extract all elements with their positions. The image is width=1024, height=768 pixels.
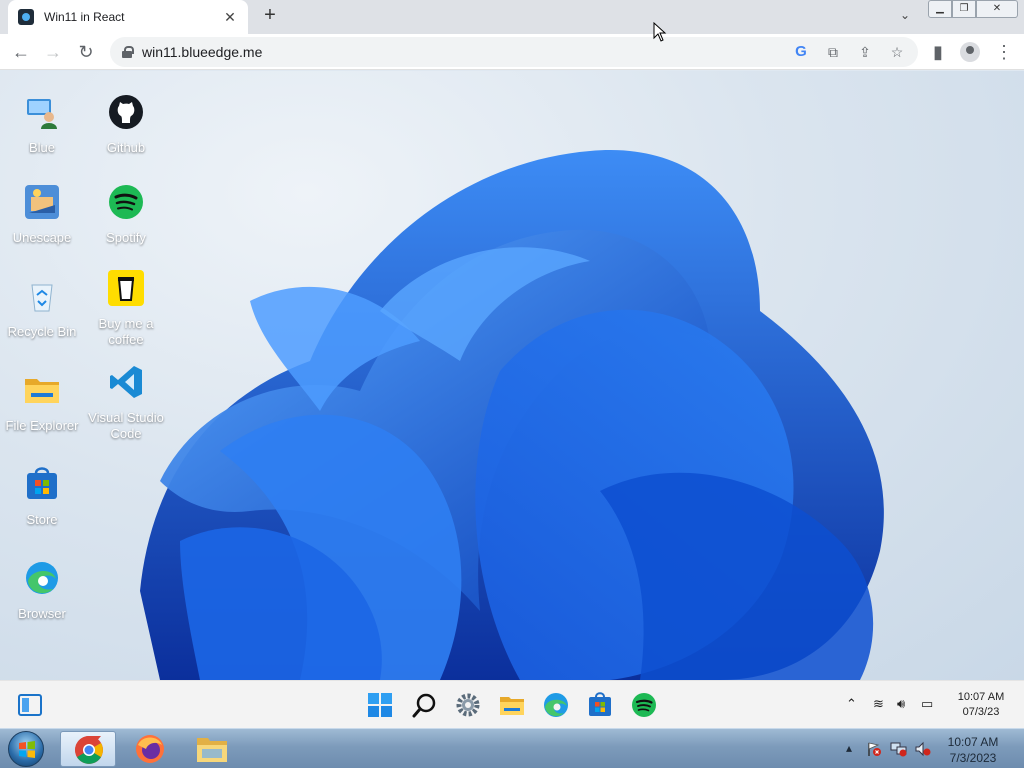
github-icon — [109, 95, 143, 129]
spotify-icon[interactable] — [630, 691, 658, 719]
desktop-icon-label: Unescape — [12, 230, 72, 245]
window-close-button[interactable]: ✕ — [976, 0, 1018, 18]
folder-icon — [197, 738, 227, 762]
tray-chevron-icon[interactable]: ⌃ — [846, 696, 857, 712]
side-panel-icon[interactable]: ▮ — [926, 40, 950, 64]
taskbar-clock[interactable]: 10:07 AM 07/3/23 — [948, 690, 1014, 720]
desktop-icon-label: Spotify — [106, 230, 146, 245]
chrome-icon — [75, 736, 103, 764]
desktop-wallpaper[interactable]: Blue Unescape Recycle Bin File Explorer … — [0, 71, 1024, 680]
host-clock-time: 10:07 AM — [947, 735, 999, 749]
tab-title: Win11 in React — [44, 10, 125, 24]
network-icon[interactable] — [890, 741, 908, 757]
browser-tab-strip: Win11 in React ✕ + ⌄ ▁ ❐ ✕ — [0, 0, 1024, 34]
edge-browser-icon — [26, 562, 58, 594]
windows-start-orb-icon[interactable] — [8, 731, 44, 767]
chrome-task-button[interactable] — [60, 731, 116, 767]
share-icon[interactable]: ⇪ — [856, 43, 874, 61]
forward-button[interactable]: → — [41, 40, 65, 64]
desktop-icon-github[interactable]: Github — [84, 93, 168, 156]
desktop-icon-unescape[interactable]: Unescape — [0, 183, 84, 246]
firefox-icon — [136, 735, 164, 763]
battery-icon[interactable]: ▭ — [921, 696, 933, 712]
host-clock-date: 7/3/2023 — [949, 751, 997, 765]
unescape-icon — [25, 185, 59, 219]
clock-date: 07/3/23 — [962, 706, 1000, 718]
new-tab-button[interactable]: + — [258, 4, 282, 28]
desktop-icon-label: Buy me a coffee — [98, 316, 154, 347]
start-icon[interactable] — [366, 691, 394, 719]
browser-menu-icon[interactable]: ⋮ — [992, 40, 1016, 64]
desktop-icon-label: Github — [106, 140, 146, 155]
sound-icon[interactable]: 🔊︎ — [897, 696, 905, 712]
desktop-icon-label: Recycle Bin — [7, 324, 77, 339]
back-button[interactable]: ← — [9, 40, 33, 64]
lock-icon[interactable] — [122, 46, 134, 58]
window-maximize-button[interactable]: ❐ — [952, 0, 976, 18]
desktop-icon-label: Browser — [18, 606, 66, 621]
react-favicon-icon — [18, 9, 34, 25]
search-icon[interactable] — [411, 691, 439, 719]
desktop-icon-blue[interactable]: Blue — [0, 93, 84, 156]
desktop-icon-spotify[interactable]: Spotify — [84, 183, 168, 246]
open-in-app-icon[interactable]: ⧉ — [824, 43, 842, 61]
file-explorer-icon[interactable] — [498, 691, 526, 719]
clock-time: 10:07 AM — [957, 691, 1005, 703]
google-lens-icon[interactable]: G — [792, 43, 810, 61]
desktop-icon-visual-studio-code[interactable]: Visual Studio Code — [84, 363, 168, 442]
desktop-icon-label: Store — [26, 512, 58, 527]
desktop-icon-file-explorer[interactable]: File Explorer — [0, 371, 84, 434]
url-text[interactable]: win11.blueedge.me — [142, 44, 262, 60]
vscode-icon — [110, 366, 142, 398]
firefox-task-button[interactable] — [122, 731, 178, 767]
desktop-icon-recycle-bin[interactable]: Recycle Bin — [0, 277, 84, 340]
desktop-icon-browser[interactable]: Browser — [0, 559, 84, 622]
action-center-flag-icon[interactable] — [866, 741, 882, 757]
reload-button[interactable]: ↻ — [74, 40, 98, 64]
folder-icon — [25, 379, 59, 403]
host-taskbar: ▴ 10:07 AM 7/3/2023 — [0, 728, 1024, 768]
desktop-icon-label: Blue — [28, 140, 56, 155]
store-icon[interactable] — [586, 691, 614, 719]
profile-avatar-icon[interactable] — [958, 40, 982, 64]
win11-taskbar: ⌃ ≋ 🔊︎ ▭ 10:07 AM 07/3/23 — [0, 680, 1024, 728]
tab-close-icon[interactable]: ✕ — [222, 9, 238, 26]
settings-gear-icon[interactable] — [454, 691, 482, 719]
edge-icon[interactable] — [542, 691, 570, 719]
spotify-icon — [109, 185, 143, 219]
tab-search-icon[interactable]: ⌄ — [896, 8, 914, 26]
recycle-bin-icon — [31, 284, 53, 312]
mouse-cursor-icon — [653, 22, 667, 42]
browser-tab[interactable]: Win11 in React ✕ — [8, 0, 248, 34]
user-computer-icon — [27, 99, 57, 129]
wifi-icon[interactable]: ≋ — [873, 696, 884, 712]
desktop-icon-label: Visual Studio Code — [88, 410, 164, 441]
coffee-cup-icon — [108, 270, 144, 306]
window-minimize-button[interactable]: ▁ — [928, 0, 952, 18]
host-taskbar-clock[interactable]: 10:07 AM 7/3/2023 — [940, 734, 1006, 766]
desktop-icon-store[interactable]: Store — [0, 465, 84, 528]
store-icon — [27, 467, 57, 499]
browser-toolbar: ← → ↻ win11.blueedge.me G ⧉ ⇪ ☆ ▮ ⋮ — [0, 34, 1024, 70]
desktop-icon-label: File Explorer — [5, 418, 79, 433]
explorer-task-button[interactable] — [184, 731, 240, 767]
volume-icon[interactable] — [914, 741, 932, 757]
desktop-icon-buy-me-a-coffee[interactable]: Buy me a coffee — [84, 269, 168, 348]
widgets-icon[interactable] — [16, 691, 44, 719]
bookmark-star-icon[interactable]: ☆ — [888, 43, 906, 61]
address-bar[interactable]: win11.blueedge.me G ⧉ ⇪ ☆ — [110, 37, 918, 67]
host-tray-chevron-icon[interactable]: ▴ — [846, 741, 852, 755]
